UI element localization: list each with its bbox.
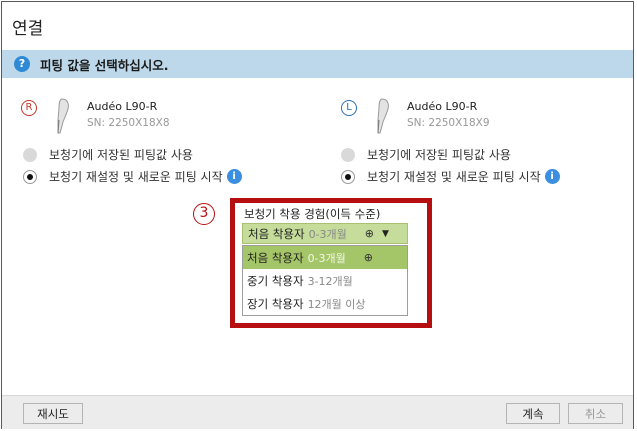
list-item[interactable]: 장기 착용자 12개월 이상 xyxy=(243,292,407,315)
radio-label: 보청기에 저장된 피팅값 사용 xyxy=(367,148,511,162)
option-label: 처음 착용자 xyxy=(247,250,304,265)
radio-label: 보청기 재설정 및 새로운 피팅 시작 xyxy=(367,170,541,184)
continue-button[interactable]: 계속 xyxy=(506,403,560,424)
device-name: Audéo L90-R xyxy=(407,100,478,113)
radio-use-stored-right[interactable]: 보청기에 저장된 피팅값 사용 xyxy=(23,146,193,163)
info-bar: ? 피팅 값을 선택하십시오. xyxy=(2,50,633,78)
dialog-footer: 재시도 계속 취소 xyxy=(2,395,633,429)
question-icon: ? xyxy=(14,56,30,72)
radio-label: 보청기 재설정 및 새로운 피팅 시작 xyxy=(49,170,223,184)
step-number-badge: 3 xyxy=(193,203,215,225)
experience-dropdown[interactable]: 처음 착용자 0-3개월 ⊕ ▼ xyxy=(242,223,408,244)
device-serial: SN: 2250X18X9 xyxy=(407,117,490,129)
device-info: Audéo L90-R SN: 2250X18X8 xyxy=(87,100,170,134)
device-right: R Audéo L90-R SN: 2250X18X8 xyxy=(21,98,170,134)
option-label: 중기 착용자 xyxy=(247,273,304,288)
radio-label: 보청기에 저장된 피팅값 사용 xyxy=(49,148,193,162)
device-name: Audéo L90-R xyxy=(87,100,158,113)
device-left: L Audéo L90-R SN: 2250X18X9 xyxy=(341,98,490,134)
radio-button[interactable] xyxy=(341,147,355,162)
experience-label: 보청기 착용 경험(이득 수준) xyxy=(244,207,381,221)
experience-options-list: 처음 착용자 0-3개월 ⊕ 중기 착용자 3-12개월 장기 착용자 12개월… xyxy=(242,245,408,316)
option-label: 장기 착용자 xyxy=(247,296,304,311)
device-serial: SN: 2250X18X8 xyxy=(87,117,170,129)
globe-icon: ⊕ xyxy=(364,227,374,240)
info-text: 피팅 값을 선택하십시오. xyxy=(40,57,169,73)
radio-button[interactable] xyxy=(23,147,37,162)
selected-label: 처음 착용자 xyxy=(248,226,305,241)
radio-button[interactable] xyxy=(23,169,37,184)
radio-button[interactable] xyxy=(341,169,355,184)
connection-dialog: 연결 ? 피팅 값을 선택하십시오. R Audéo L90-R SN: 225… xyxy=(1,1,634,429)
selected-range: 0-3개월 xyxy=(308,227,347,241)
radio-reset-new-left[interactable]: 보청기 재설정 및 새로운 피팅 시작 i xyxy=(341,168,560,185)
info-icon[interactable]: i xyxy=(544,169,560,184)
globe-icon: ⊕ xyxy=(363,251,373,264)
chevron-down-icon[interactable]: ▼ xyxy=(382,229,389,239)
option-range: 12개월 이상 xyxy=(307,297,366,311)
info-icon[interactable]: i xyxy=(226,169,242,184)
device-info: Audéo L90-R SN: 2250X18X9 xyxy=(407,100,490,134)
cancel-button[interactable]: 취소 xyxy=(568,403,623,424)
radio-reset-new-right[interactable]: 보청기 재설정 및 새로운 피팅 시작 i xyxy=(23,168,242,185)
option-range: 0-3개월 xyxy=(307,251,346,265)
list-item[interactable]: 중기 착용자 3-12개월 xyxy=(243,269,407,292)
hearing-aid-icon xyxy=(377,98,389,134)
option-range: 3-12개월 xyxy=(307,274,353,288)
radio-use-stored-left[interactable]: 보청기에 저장된 피팅값 사용 xyxy=(341,146,511,163)
right-ear-icon: R xyxy=(21,100,37,116)
dialog-title: 연결 xyxy=(12,19,44,39)
retry-button[interactable]: 재시도 xyxy=(23,403,83,424)
left-ear-icon: L xyxy=(341,100,357,116)
hearing-aid-icon xyxy=(57,98,69,134)
list-item[interactable]: 처음 착용자 0-3개월 ⊕ xyxy=(243,246,407,269)
